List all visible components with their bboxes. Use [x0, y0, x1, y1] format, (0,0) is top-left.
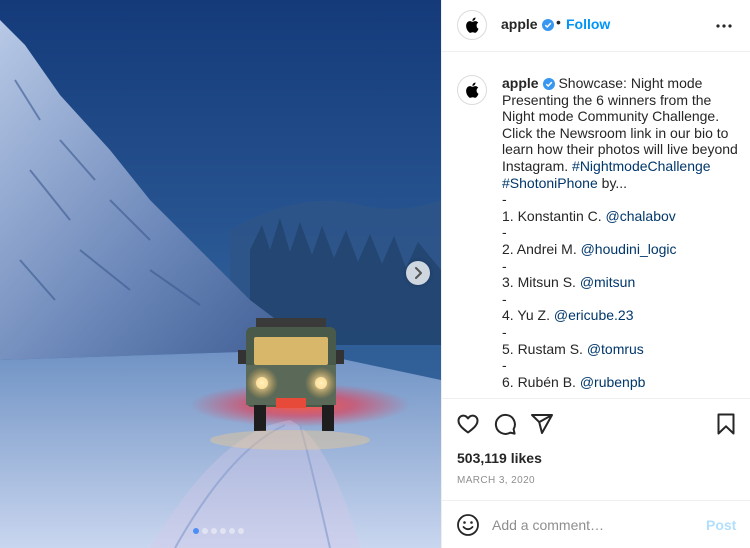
night-mode-photo	[0, 0, 441, 548]
header-username[interactable]: apple	[501, 16, 554, 32]
avatar[interactable]	[457, 10, 487, 40]
hashtag-link[interactable]: #ShotoniPhone	[502, 175, 598, 191]
more-options-icon[interactable]	[714, 18, 734, 34]
mention-link[interactable]: @tomrus	[587, 341, 644, 357]
caption-text: apple Showcase: Night mode Presenting th…	[502, 75, 738, 390]
carousel-dot	[220, 528, 226, 534]
caption-line: by...	[601, 174, 628, 191]
caption-dash: -	[502, 323, 507, 340]
carousel-next-button[interactable]	[406, 261, 430, 285]
bookmark-icon[interactable]	[714, 412, 738, 436]
caption-line: Click the Newsroom link in our bio to	[502, 124, 729, 141]
winner-label: 1. Konstantin C.	[502, 207, 602, 224]
caption-dash: -	[502, 224, 507, 241]
post-header: apple • Follow	[442, 0, 750, 52]
caption-line: Presenting the 6 winners from the	[502, 91, 712, 108]
emoji-icon[interactable]	[456, 513, 480, 537]
caption-line: Night mode Community Challenge.	[502, 108, 720, 125]
carousel-dot	[202, 528, 208, 534]
chevron-right-icon	[415, 267, 422, 279]
comment-input[interactable]	[492, 515, 692, 535]
mention-link[interactable]: @mitsun	[580, 274, 635, 290]
carousel-dot	[238, 528, 244, 534]
post-photo[interactable]	[0, 0, 441, 548]
carousel-dot	[229, 528, 235, 534]
caption-line: learn how their photos will live beyond	[502, 141, 738, 158]
caption-dash: -	[502, 357, 507, 374]
carousel-dot	[211, 528, 217, 534]
follow-button[interactable]: Follow	[566, 16, 610, 32]
caption-line: Instagram.	[502, 157, 569, 174]
verified-badge-icon	[542, 78, 555, 90]
carousel-indicator	[193, 528, 244, 534]
caption-dash: -	[502, 191, 507, 208]
header-separator: •	[556, 14, 561, 30]
mention-link[interactable]: @houdini_logic	[581, 241, 677, 257]
post-date[interactable]: MARCH 3, 2020	[457, 475, 535, 486]
likes-count[interactable]: 503,119 likes	[457, 450, 542, 466]
mention-link[interactable]: @rubenpb	[580, 374, 646, 390]
heart-icon[interactable]	[456, 412, 480, 436]
post-side-panel: apple • Follow apple Showcase: Night mod…	[441, 0, 750, 548]
winner-label: 5. Rustam S.	[502, 340, 583, 357]
verified-badge-icon	[541, 19, 554, 31]
avatar[interactable]	[457, 75, 487, 105]
mention-link[interactable]: @ericube.23	[554, 307, 634, 323]
caption-username[interactable]: apple	[502, 75, 539, 91]
comment-bar: Post	[442, 500, 750, 548]
winner-label: 3. Mitsun S.	[502, 274, 576, 291]
apple-logo-icon	[466, 17, 479, 33]
winner-label: 4. Yu Z.	[502, 307, 550, 324]
caption-line: Showcase: Night mode	[558, 75, 703, 91]
mention-link[interactable]: @chalabov	[606, 208, 676, 224]
post-comment-button[interactable]: Post	[706, 517, 736, 533]
winner-label: 6. Rubén B.	[502, 373, 576, 390]
carousel-dot	[193, 528, 199, 534]
hashtag-link[interactable]: #NightmodeChallenge	[572, 158, 711, 174]
caption-section: apple Showcase: Night mode Presenting th…	[442, 53, 750, 396]
comment-icon[interactable]	[493, 412, 517, 436]
caption-dash: -	[502, 257, 507, 274]
winner-label: 2. Andrei M.	[502, 240, 577, 257]
caption-dash: -	[502, 290, 507, 307]
share-icon[interactable]	[530, 412, 554, 436]
apple-logo-icon	[466, 82, 479, 98]
